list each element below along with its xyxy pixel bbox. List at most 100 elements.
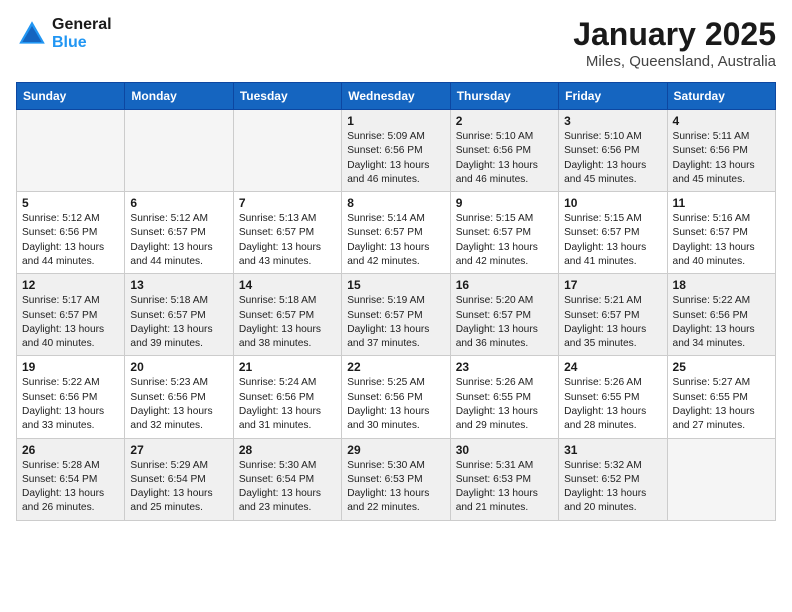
location: Miles, Queensland, Australia <box>573 53 776 70</box>
calendar-cell: 12 Sunrise: 5:17 AM Sunset: 6:57 PM Dayli… <box>17 274 125 356</box>
calendar-cell: 6Sunrise: 5:12 AM Sunset: 6:57 PM Daylig… <box>125 192 233 274</box>
calendar-cell: 22 Sunrise: 5:25 AM Sunset: 6:56 PM Dayli… <box>342 356 450 438</box>
calendar-cell: 20Sunrise: 5:23 AM Sunset: 6:56 PM Dayli… <box>125 356 233 438</box>
day-info: Sunrise: 5:26 AM Sunset: 6:55 PM Dayligh… <box>564 376 661 433</box>
day-number: 5 <box>22 196 119 210</box>
day-header-wednesday: Wednesday <box>342 83 450 110</box>
day-info: Sunrise: 5:31 AM Sunset: 6:53 PM Dayligh… <box>456 459 553 516</box>
day-info: Sunrise: 5:17 AM Sunset: 6:57 PM Dayligh… <box>22 294 119 351</box>
day-header-tuesday: Tuesday <box>233 83 341 110</box>
calendar-cell: 3Sunrise: 5:10 AM Sunset: 6:56 PM Daylig… <box>559 110 667 192</box>
day-info: Sunrise: 5:22 AM Sunset: 6:56 PM Dayligh… <box>673 294 770 351</box>
day-number: 11 <box>673 196 770 210</box>
day-number: 27 <box>130 443 227 457</box>
calendar-cell: 7Sunrise: 5:13 AM Sunset: 6:57 PM Daylig… <box>233 192 341 274</box>
day-number: 10 <box>564 196 661 210</box>
day-info: Sunrise: 5:18 AM Sunset: 6:57 PM Dayligh… <box>130 294 227 351</box>
calendar-cell: 23 Sunrise: 5:26 AM Sunset: 6:55 PM Dayli… <box>450 356 558 438</box>
day-info: Sunrise: 5:15 AM Sunset: 6:57 PM Dayligh… <box>564 212 661 269</box>
calendar-cell <box>17 110 125 192</box>
day-number: 12 <box>22 278 119 292</box>
day-info: Sunrise: 5:18 AM Sunset: 6:57 PM Dayligh… <box>239 294 336 351</box>
calendar-cell: 8Sunrise: 5:14 AM Sunset: 6:57 PM Daylig… <box>342 192 450 274</box>
day-info: Sunrise: 5:24 AM Sunset: 6:56 PM Dayligh… <box>239 376 336 433</box>
day-number: 6 <box>130 196 227 210</box>
day-number: 4 <box>673 114 770 128</box>
month-title: January 2025 <box>573 16 776 53</box>
day-number: 30 <box>456 443 553 457</box>
logo-icon <box>16 18 48 50</box>
day-number: 8 <box>347 196 444 210</box>
day-number: 2 <box>456 114 553 128</box>
calendar-cell <box>667 438 775 520</box>
calendar-cell: 26 Sunrise: 5:28 AM Sunset: 6:54 PM Dayli… <box>17 438 125 520</box>
calendar-cell: 14 Sunrise: 5:18 AM Sunset: 6:57 PM Dayli… <box>233 274 341 356</box>
day-info: Sunrise: 5:32 AM Sunset: 6:52 PM Dayligh… <box>564 459 661 516</box>
day-number: 23 <box>456 360 553 374</box>
calendar-cell <box>233 110 341 192</box>
day-number: 21 <box>239 360 336 374</box>
calendar-cell: 16Sunrise: 5:20 AM Sunset: 6:57 PM Dayli… <box>450 274 558 356</box>
day-info: Sunrise: 5:15 AM Sunset: 6:57 PM Dayligh… <box>456 212 553 269</box>
day-number: 25 <box>673 360 770 374</box>
day-number: 26 <box>22 443 119 457</box>
day-number: 13 <box>130 278 227 292</box>
calendar-cell: 17 Sunrise: 5:21 AM Sunset: 6:57 PM Dayli… <box>559 274 667 356</box>
day-header-sunday: Sunday <box>17 83 125 110</box>
day-info: Sunrise: 5:29 AM Sunset: 6:54 PM Dayligh… <box>130 459 227 516</box>
calendar-cell: 4 Sunrise: 5:11 AM Sunset: 6:56 PM Daylig… <box>667 110 775 192</box>
calendar-cell: 13 Sunrise: 5:18 AM Sunset: 6:57 PM Dayli… <box>125 274 233 356</box>
day-info: Sunrise: 5:11 AM Sunset: 6:56 PM Dayligh… <box>673 130 770 187</box>
calendar-table: SundayMondayTuesdayWednesdayThursdayFrid… <box>16 82 776 521</box>
calendar-cell: 31Sunrise: 5:32 AM Sunset: 6:52 PM Dayli… <box>559 438 667 520</box>
day-info: Sunrise: 5:16 AM Sunset: 6:57 PM Dayligh… <box>673 212 770 269</box>
day-number: 1 <box>347 114 444 128</box>
calendar-cell: 9Sunrise: 5:15 AM Sunset: 6:57 PM Daylig… <box>450 192 558 274</box>
day-number: 17 <box>564 278 661 292</box>
calendar-week-row: 19 Sunrise: 5:22 AM Sunset: 6:56 PM Dayli… <box>17 356 776 438</box>
day-number: 7 <box>239 196 336 210</box>
day-info: Sunrise: 5:30 AM Sunset: 6:54 PM Dayligh… <box>239 459 336 516</box>
day-number: 14 <box>239 278 336 292</box>
calendar-cell: 10 Sunrise: 5:15 AM Sunset: 6:57 PM Dayli… <box>559 192 667 274</box>
day-info: Sunrise: 5:27 AM Sunset: 6:55 PM Dayligh… <box>673 376 770 433</box>
day-info: Sunrise: 5:25 AM Sunset: 6:56 PM Dayligh… <box>347 376 444 433</box>
logo: General Blue <box>16 16 112 52</box>
logo-text: General Blue <box>52 16 112 52</box>
day-header-friday: Friday <box>559 83 667 110</box>
calendar-cell <box>125 110 233 192</box>
calendar-cell: 27 Sunrise: 5:29 AM Sunset: 6:54 PM Dayli… <box>125 438 233 520</box>
calendar-week-row: 5 Sunrise: 5:12 AM Sunset: 6:56 PM Daylig… <box>17 192 776 274</box>
calendar-cell: 19 Sunrise: 5:22 AM Sunset: 6:56 PM Dayli… <box>17 356 125 438</box>
calendar-cell: 28Sunrise: 5:30 AM Sunset: 6:54 PM Dayli… <box>233 438 341 520</box>
day-info: Sunrise: 5:10 AM Sunset: 6:56 PM Dayligh… <box>564 130 661 187</box>
calendar-cell: 1 Sunrise: 5:09 AM Sunset: 6:56 PM Daylig… <box>342 110 450 192</box>
day-number: 22 <box>347 360 444 374</box>
calendar-cell: 15Sunrise: 5:19 AM Sunset: 6:57 PM Dayli… <box>342 274 450 356</box>
day-info: Sunrise: 5:21 AM Sunset: 6:57 PM Dayligh… <box>564 294 661 351</box>
calendar-cell: 30 Sunrise: 5:31 AM Sunset: 6:53 PM Dayli… <box>450 438 558 520</box>
calendar-cell: 21 Sunrise: 5:24 AM Sunset: 6:56 PM Dayli… <box>233 356 341 438</box>
calendar-cell: 18Sunrise: 5:22 AM Sunset: 6:56 PM Dayli… <box>667 274 775 356</box>
calendar-cell: 29Sunrise: 5:30 AM Sunset: 6:53 PM Dayli… <box>342 438 450 520</box>
title-block: January 2025 Miles, Queensland, Australi… <box>573 16 776 70</box>
calendar-cell: 24Sunrise: 5:26 AM Sunset: 6:55 PM Dayli… <box>559 356 667 438</box>
page-header: General Blue January 2025 Miles, Queensl… <box>16 16 776 70</box>
calendar-cell: 5 Sunrise: 5:12 AM Sunset: 6:56 PM Daylig… <box>17 192 125 274</box>
day-info: Sunrise: 5:23 AM Sunset: 6:56 PM Dayligh… <box>130 376 227 433</box>
day-info: Sunrise: 5:09 AM Sunset: 6:56 PM Dayligh… <box>347 130 444 187</box>
day-header-thursday: Thursday <box>450 83 558 110</box>
day-info: Sunrise: 5:12 AM Sunset: 6:56 PM Dayligh… <box>22 212 119 269</box>
day-info: Sunrise: 5:28 AM Sunset: 6:54 PM Dayligh… <box>22 459 119 516</box>
day-number: 15 <box>347 278 444 292</box>
day-info: Sunrise: 5:26 AM Sunset: 6:55 PM Dayligh… <box>456 376 553 433</box>
day-info: Sunrise: 5:20 AM Sunset: 6:57 PM Dayligh… <box>456 294 553 351</box>
calendar-cell: 11 Sunrise: 5:16 AM Sunset: 6:57 PM Dayli… <box>667 192 775 274</box>
calendar-cell: 2 Sunrise: 5:10 AM Sunset: 6:56 PM Daylig… <box>450 110 558 192</box>
calendar-header-row: SundayMondayTuesdayWednesdayThursdayFrid… <box>17 83 776 110</box>
day-info: Sunrise: 5:22 AM Sunset: 6:56 PM Dayligh… <box>22 376 119 433</box>
day-number: 19 <box>22 360 119 374</box>
day-info: Sunrise: 5:10 AM Sunset: 6:56 PM Dayligh… <box>456 130 553 187</box>
day-header-saturday: Saturday <box>667 83 775 110</box>
day-header-monday: Monday <box>125 83 233 110</box>
